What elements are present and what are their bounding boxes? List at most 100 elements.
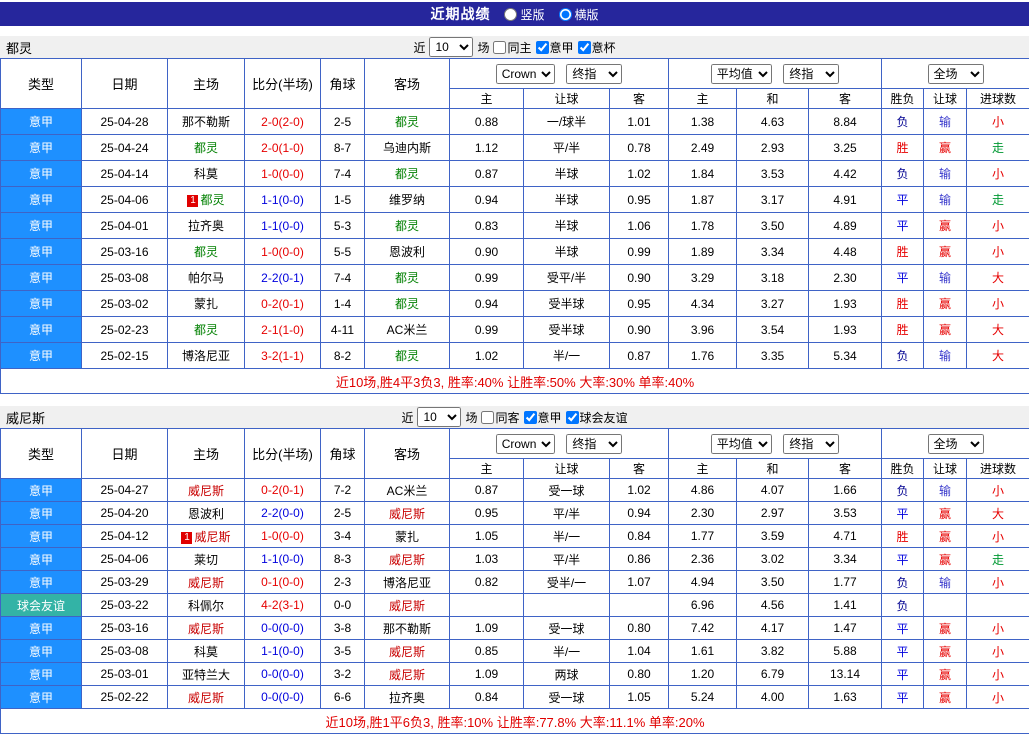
- layout-horizontal-option[interactable]: 横版: [558, 6, 599, 23]
- home-team-name: 都灵: [193, 245, 218, 259]
- cell-euro-home-odds: 7.42: [668, 616, 738, 640]
- odds-stage-select[interactable]: 终指: [566, 433, 623, 454]
- serie-a-checkbox[interactable]: [535, 40, 549, 54]
- cell-home-team: 都灵: [167, 134, 245, 161]
- odds-stage-select[interactable]: 终指: [566, 63, 623, 84]
- cell-date: 25-04-27: [81, 478, 168, 502]
- filter-checkbox-serie-a[interactable]: 意甲: [535, 39, 574, 56]
- filter-checkbox-serie-a[interactable]: 意甲: [523, 409, 562, 426]
- cell-corners: 3-4: [320, 524, 365, 548]
- away-team-name: 蒙扎: [394, 529, 419, 544]
- match-scope-select[interactable]: 全场: [927, 63, 984, 84]
- bookmaker-select[interactable]: Crown: [495, 63, 555, 84]
- cell-euro-home-odds: 3.96: [668, 316, 738, 343]
- cell-handicap-away-odds: 1.02: [608, 160, 670, 187]
- cell-result-goals: 大: [966, 342, 1029, 369]
- layout-vertical-option[interactable]: 竖版: [504, 6, 545, 23]
- cell-result-wdl: 平: [881, 501, 925, 525]
- cell-home-team: 科莫: [167, 639, 245, 663]
- cell-handicap-away-odds: 1.04: [608, 639, 670, 663]
- odds-stage-select-2[interactable]: 终指: [783, 63, 840, 84]
- subcol-hcp-line: 让球: [523, 88, 610, 109]
- cell-euro-away-odds: 4.71: [808, 524, 883, 548]
- home-team-name: 帕尔马: [187, 271, 224, 285]
- cell-home-team: 科佩尔: [167, 593, 245, 617]
- match-scope-select[interactable]: 全场: [927, 433, 984, 454]
- bookmaker-select[interactable]: Crown: [495, 433, 555, 454]
- horizontal-layout-radio[interactable]: [558, 7, 572, 21]
- average-select[interactable]: 平均值: [710, 433, 772, 454]
- cell-handicap-line: 一/球半: [523, 108, 610, 135]
- cell-result-goals: 小: [966, 478, 1029, 502]
- away-team-name: AC米兰: [386, 323, 428, 337]
- cell-euro-away-odds: 3.34: [808, 547, 883, 571]
- near-label: 近: [401, 410, 414, 425]
- match-row: 意甲 25-04-28 那不勒斯 2-0(2-0) 2-5 都灵 0.88 一/…: [0, 108, 1029, 135]
- subcol-result-wdl: 胜负: [881, 458, 925, 479]
- recent-count-select[interactable]: 10: [429, 37, 474, 57]
- summary-row: 近10场,胜4平3负3, 胜率:40% 让胜率:50% 大率:30% 单率:40…: [0, 368, 1029, 394]
- euro-odds-group: 平均值 终指: [668, 428, 883, 459]
- away-team-name: 威尼斯: [388, 506, 425, 521]
- odds-stage-select-2[interactable]: 终指: [783, 433, 840, 454]
- coppa-italia-checkbox[interactable]: [577, 40, 591, 54]
- cell-euro-draw-odds: 3.35: [736, 342, 810, 369]
- cell-corners: 2-5: [320, 501, 365, 525]
- cell-result-handicap: 赢: [923, 524, 968, 548]
- home-team-name: 博洛尼亚: [181, 349, 230, 363]
- away-team-name: 都灵: [394, 297, 419, 311]
- cell-result-handicap: 输: [923, 160, 968, 187]
- cell-handicap-home-odds: 0.82: [449, 570, 524, 594]
- cell-result-wdl: 负: [881, 342, 925, 369]
- match-row: 意甲 25-03-08 科莫 1-1(0-0) 3-5 威尼斯 0.85 半/一…: [0, 639, 1029, 663]
- team-section-torino: 都灵 近 10 场 同主 意甲 意杯 类型 日期 主场 比分(半场) 角球 客场…: [0, 36, 1029, 394]
- cell-away-team: 恩波利: [364, 238, 450, 265]
- result-group: 全场: [881, 428, 1029, 459]
- cell-euro-draw-odds: 4.07: [736, 478, 810, 502]
- match-row: 意甲 25-04-12 1 威尼斯 1-0(0-0) 3-4 蒙扎 1.05 半/…: [0, 524, 1029, 548]
- club-friendly-checkbox[interactable]: [565, 410, 579, 424]
- subcol-hcp-line: 让球: [523, 458, 610, 479]
- cell-handicap-line: 两球: [523, 662, 610, 686]
- away-team-name: 威尼斯: [388, 667, 425, 682]
- cell-handicap-home-odds: 0.94: [449, 186, 524, 213]
- filter-checkbox-club-friendly[interactable]: 球会友谊: [565, 409, 628, 426]
- cell-date: 25-04-24: [81, 134, 168, 161]
- same-home-checkbox[interactable]: [493, 40, 507, 54]
- cell-result-goals: 小: [966, 639, 1029, 663]
- cell-league-type: 意甲: [0, 524, 82, 548]
- cell-handicap-away-odds: 1.01: [608, 108, 670, 135]
- recent-count-select[interactable]: 10: [417, 407, 462, 427]
- cell-result-handicap: 赢: [923, 685, 968, 709]
- vertical-layout-radio[interactable]: [504, 7, 518, 21]
- cell-euro-draw-odds: 3.82: [736, 639, 810, 663]
- cell-result-wdl: 平: [881, 186, 925, 213]
- same-away-checkbox[interactable]: [481, 410, 495, 424]
- cell-handicap-line: 受一球: [523, 478, 610, 502]
- cell-handicap-away-odds: 0.80: [608, 662, 670, 686]
- cell-euro-home-odds: 4.86: [668, 478, 738, 502]
- cell-corners: 1-4: [320, 290, 365, 317]
- filter-checkbox-same-away[interactable]: 同客: [481, 409, 520, 426]
- cell-league-type: 意甲: [0, 639, 82, 663]
- cell-result-goals: 大: [966, 316, 1029, 343]
- cell-euro-draw-odds: 3.59: [736, 524, 810, 548]
- serie-a-checkbox[interactable]: [523, 410, 537, 424]
- away-team-name: 恩波利: [388, 245, 425, 259]
- cell-date: 25-02-15: [81, 342, 168, 369]
- cell-result-wdl: 胜: [881, 524, 925, 548]
- filter-checkbox-same-home[interactable]: 同主: [493, 39, 532, 56]
- cell-euro-draw-odds: 2.97: [736, 501, 810, 525]
- cell-euro-home-odds: 1.61: [668, 639, 738, 663]
- average-select[interactable]: 平均值: [710, 63, 772, 84]
- cell-euro-home-odds: 2.49: [668, 134, 738, 161]
- cell-euro-home-odds: 1.38: [668, 108, 738, 135]
- cell-result-wdl: 负: [881, 108, 925, 135]
- filter-checkbox-coppa-italia[interactable]: 意杯: [577, 39, 616, 56]
- col-header-away: 客场: [364, 428, 450, 479]
- cell-result-goals: 小: [966, 570, 1029, 594]
- cell-euro-home-odds: 1.87: [668, 186, 738, 213]
- cell-score: 2-0(1-0): [244, 134, 321, 161]
- cell-result-handicap: [923, 593, 968, 617]
- cell-euro-away-odds: 1.66: [808, 478, 883, 502]
